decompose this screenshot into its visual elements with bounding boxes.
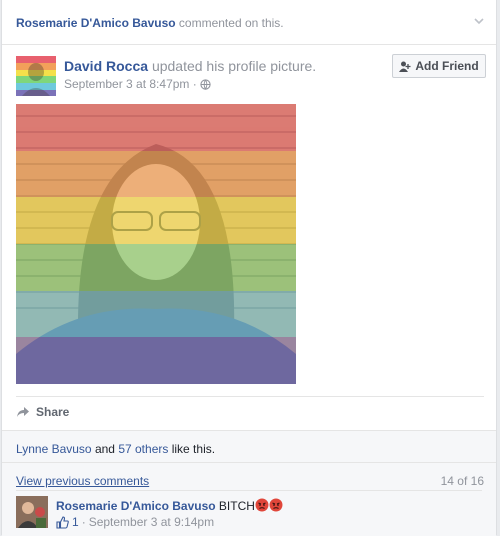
comment-like-count[interactable]: 1 (72, 515, 79, 529)
profile-picture-image[interactable] (16, 104, 296, 384)
comment-body: Rosemarie D'Amico Bavuso BITCH (56, 498, 283, 513)
share-arrow-icon (17, 407, 29, 417)
commenter-avatar[interactable] (16, 496, 48, 528)
comments-section: View previous comments 14 of 16 Rosemari… (2, 462, 496, 536)
meta-separator: · (192, 77, 197, 91)
story-actor-name[interactable]: Rosemarie D'Amico Bavuso (16, 16, 176, 30)
story-actor: Rosemarie D'Amico Bavuso commented on th… (16, 16, 284, 30)
globe-icon[interactable] (200, 79, 211, 90)
add-friend-button[interactable]: Add Friend (392, 54, 486, 78)
others-link[interactable]: 57 others (118, 442, 168, 456)
add-friend-label: Add Friend (415, 59, 479, 73)
post-author-name[interactable]: David Rocca (64, 58, 148, 74)
share-label: Share (36, 405, 70, 419)
comment-text: BITCH (218, 499, 255, 513)
angry-face-icon (255, 498, 269, 512)
author-avatar[interactable] (16, 56, 56, 96)
action-bar: Share (16, 396, 484, 431)
story-action: commented on this. (178, 16, 284, 30)
comment-meta-separator: · (81, 515, 86, 529)
chevron-down-icon[interactable] (472, 14, 486, 28)
post-meta: September 3 at 8:47pm · (64, 77, 211, 91)
post-title: David Rocca updated his profile picture. (64, 58, 316, 74)
comment-author[interactable]: Rosemarie D'Amico Bavuso (56, 499, 216, 513)
comment-count: 14 of 16 (440, 474, 484, 488)
post-action: updated his profile picture. (151, 58, 317, 74)
comment-timestamp[interactable]: September 3 at 9:14pm (89, 515, 214, 529)
likes-suffix: like this. (171, 442, 216, 456)
liker-name-link[interactable]: Lynne Bavuso (16, 442, 92, 456)
story-header: Rosemarie D'Amico Bavuso commented on th… (2, 0, 496, 45)
divider (16, 490, 482, 491)
likes-summary: Lynne Bavuso and 57 others like this. (2, 430, 496, 463)
news-feed-story: Rosemarie D'Amico Bavuso commented on th… (1, 0, 497, 536)
comment-meta: 1 · September 3 at 9:14pm (56, 515, 214, 529)
add-friend-icon (399, 61, 411, 72)
view-previous-comments-link[interactable]: View previous comments (16, 474, 149, 488)
likes-and: and (94, 442, 115, 456)
thumbs-up-icon[interactable] (56, 515, 69, 529)
share-button[interactable]: Share (16, 405, 69, 419)
post-timestamp[interactable]: September 3 at 8:47pm (64, 77, 189, 91)
angry-face-icon (269, 498, 283, 512)
